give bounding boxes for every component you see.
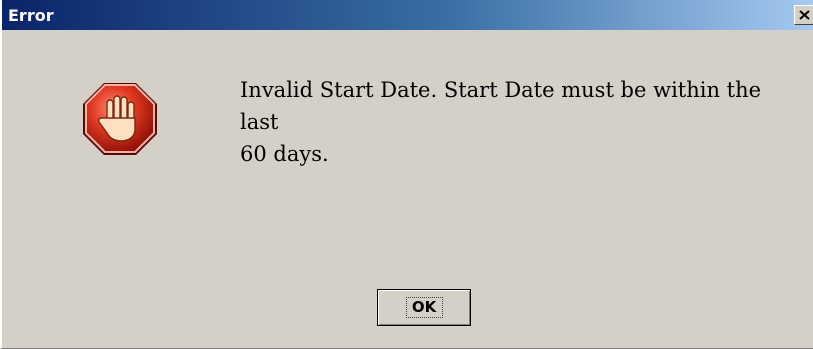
ok-button-label: OK	[411, 298, 437, 316]
message-line-1: Invalid Start Date. Start Date must be w…	[240, 78, 762, 134]
message-line-2: 60 days.	[240, 142, 329, 166]
close-icon	[799, 10, 810, 20]
error-dialog: Error Invalid Start Date. Start Date mus…	[0, 0, 813, 349]
error-message: Invalid Start Date. Start Date must be w…	[240, 74, 800, 170]
stop-hand-icon	[83, 83, 157, 155]
close-button[interactable]	[794, 5, 813, 25]
ok-button[interactable]: OK	[377, 289, 471, 326]
window-title: Error	[8, 6, 54, 25]
title-bar[interactable]: Error	[2, 0, 813, 30]
